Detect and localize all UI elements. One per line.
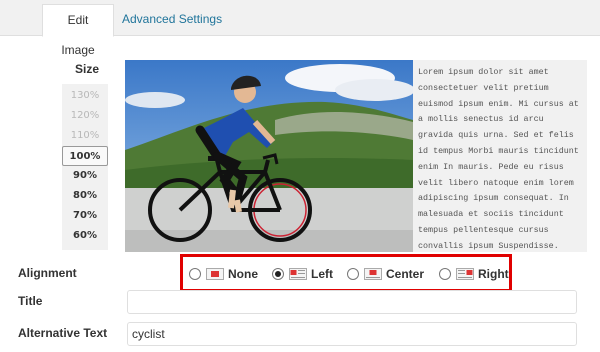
tab-edit-image[interactable]: Edit Image bbox=[42, 4, 114, 57]
cyclist-photo bbox=[125, 60, 413, 252]
size-option-110[interactable]: 110% bbox=[62, 126, 108, 146]
preview-text: Lorem ipsum dolor sit amet consectetuer … bbox=[413, 60, 587, 252]
alignment-center-option[interactable]: Center bbox=[347, 265, 424, 283]
alt-text-input[interactable] bbox=[127, 322, 577, 346]
alignment-none-label: None bbox=[228, 267, 258, 281]
radio-left[interactable] bbox=[272, 268, 284, 280]
size-title: Size bbox=[74, 62, 99, 76]
size-option-80[interactable]: 80% bbox=[62, 186, 108, 206]
size-option-70[interactable]: 70% bbox=[62, 206, 108, 226]
alignment-right-label: Right bbox=[478, 267, 509, 281]
alignment-options-highlight: None Left Center Right bbox=[180, 254, 512, 292]
alignment-right-option[interactable]: Right bbox=[439, 265, 509, 283]
align-center-icon bbox=[364, 268, 382, 280]
alt-text-label: Alternative Text bbox=[18, 326, 108, 340]
size-list: 130% 120% 110% 100% 90% 80% 70% 60% bbox=[62, 84, 108, 250]
size-option-120[interactable]: 120% bbox=[62, 106, 108, 126]
align-left-icon bbox=[289, 268, 307, 280]
alignment-label: Alignment bbox=[18, 266, 77, 280]
alignment-left-label: Left bbox=[311, 267, 333, 281]
tab-advanced-settings[interactable]: Advanced Settings bbox=[114, 4, 230, 37]
size-option-100[interactable]: 100% bbox=[62, 146, 108, 166]
alignment-none-option[interactable]: None bbox=[189, 265, 258, 283]
radio-none[interactable] bbox=[189, 268, 201, 280]
align-none-icon bbox=[206, 268, 224, 280]
alignment-left-option[interactable]: Left bbox=[272, 265, 333, 283]
radio-right[interactable] bbox=[439, 268, 451, 280]
tab-bar: Edit Image Advanced Settings bbox=[0, 0, 600, 57]
title-input[interactable] bbox=[127, 290, 577, 314]
preview-image bbox=[125, 60, 413, 252]
alignment-center-label: Center bbox=[386, 267, 425, 281]
title-label: Title bbox=[18, 294, 43, 308]
size-option-90[interactable]: 90% bbox=[62, 166, 108, 186]
size-option-60[interactable]: 60% bbox=[62, 226, 108, 246]
align-right-icon bbox=[456, 268, 474, 280]
radio-center[interactable] bbox=[347, 268, 359, 280]
size-option-130[interactable]: 130% bbox=[62, 86, 108, 106]
